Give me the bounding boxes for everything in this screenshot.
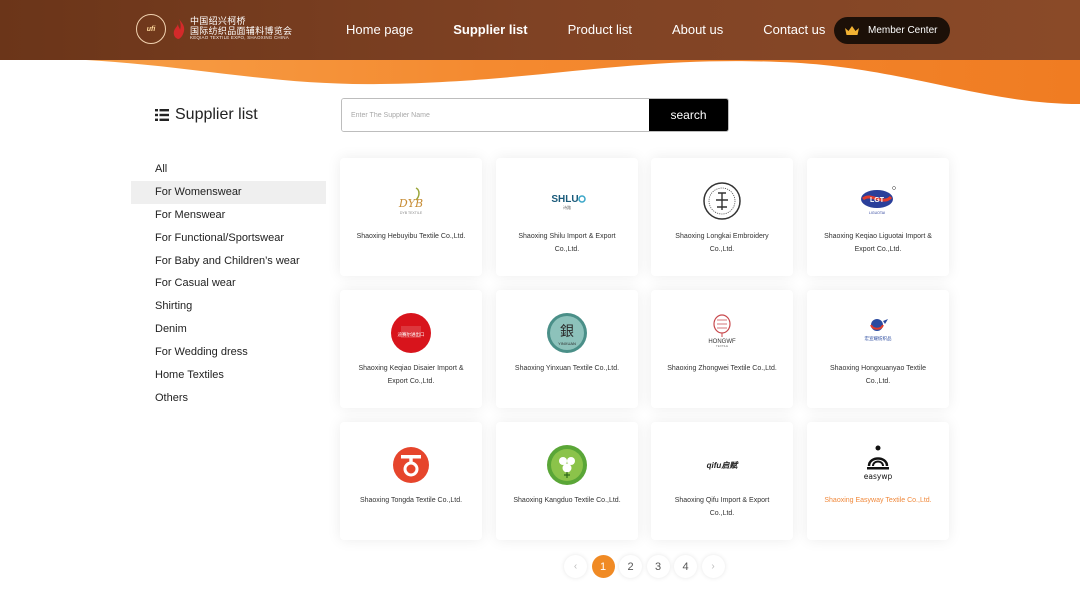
category-item[interactable]: For Functional/Sportswear [131, 227, 326, 250]
supplier-name: Shaoxing Zhongwei Textile Co.,Ltd. [667, 365, 777, 372]
list-icon [155, 109, 169, 121]
site-header: ufi 中国绍兴柯桥 国际纺织品面辅料博览会 KEQIAO TEXTILE EX… [0, 0, 1080, 112]
supplier-name: Shaoxing Keqiao Disaier Import & Export … [358, 365, 464, 385]
supplier-name: Shaoxing Yinxuan Textile Co.,Ltd. [514, 365, 620, 372]
svg-text:迪赛尔进出口: 迪赛尔进出口 [398, 331, 425, 338]
supplier-name: Shaoxing Longkai Embroidery Co.,Ltd. [675, 233, 769, 253]
supplier-card[interactable]: DYB DYB TEXTILE Shaoxing Hebuyibu Textile … [340, 158, 482, 276]
dyb-textile-logo-icon: DYB DYB TEXTILE [390, 180, 432, 222]
supplier-search-input[interactable] [342, 99, 649, 131]
supplier-card[interactable]: 宏宣耀纺织品 Shaoxing Hongxuanyao Textile Co.,L… [807, 290, 949, 408]
category-item[interactable]: Home Textiles [131, 364, 326, 387]
pagination-page-4[interactable]: 4 [674, 555, 697, 578]
supplier-name: Shaoxing Easyway Textile Co.,Ltd. [824, 497, 932, 504]
sidebar-title: Supplier list [155, 106, 258, 124]
svg-text:easywp: easywp [864, 472, 893, 481]
expo-logo[interactable]: ufi 中国绍兴柯桥 国际纺织品面辅料博览会 KEQIAO TEXTILE EX… [136, 14, 292, 44]
supplier-card[interactable]: 銀 YINXUAN Shaoxing Yinxuan Textile Co.,Ltd… [496, 290, 638, 408]
category-list: All For Womenswear For Menswear For Functio… [131, 158, 326, 410]
supplier-name: Shaoxing Keqiao Liguotai Import & Export… [824, 233, 932, 253]
svg-text:SHLU: SHLU [551, 194, 578, 205]
svg-text:銀: 銀 [560, 324, 574, 340]
svg-text:DYB TEXTILE: DYB TEXTILE [400, 211, 423, 215]
supplier-card[interactable]: easywp Shaoxing Easyway Textile Co.,Ltd. [807, 422, 949, 540]
pagination: ‹ 1 2 3 4 › [564, 555, 729, 578]
red-flame-icon [173, 19, 185, 39]
nav-item-home-page[interactable]: Home page [346, 20, 413, 40]
supplier-name: Shaoxing Shilu Import & Export Co.,Ltd. [518, 233, 616, 253]
supplier-name: Shaoxing Hongxuanyao Textile Co.,Ltd. [830, 365, 926, 385]
svg-text:TEXTILE: TEXTILE [716, 344, 728, 348]
svg-text:DYB: DYB [398, 197, 423, 210]
easyway-logo-icon: easywp [857, 444, 899, 486]
svg-text:qifu启赋: qifu启赋 [707, 461, 740, 470]
category-item[interactable]: Others [131, 387, 326, 410]
category-item[interactable]: For Casual wear [131, 272, 326, 295]
supplier-card[interactable]: Shaoxing Kangduo Textile Co.,Ltd. [496, 422, 638, 540]
crown-icon [845, 26, 859, 35]
shlu-logo-icon: SHLU 诗路 [546, 180, 588, 222]
search-button[interactable]: search [649, 99, 728, 131]
supplier-card[interactable]: Shaoxing Longkai Embroidery Co.,Ltd. [651, 158, 793, 276]
ufi-badge-icon: ufi [136, 14, 166, 44]
expo-name: 中国绍兴柯桥 国际纺织品面辅料博览会 KEQIAO TEXTILE EXPO, … [190, 15, 293, 41]
nav-item-product-list[interactable]: Product list [568, 20, 632, 40]
nav-item-supplier-list[interactable]: Supplier list [453, 20, 527, 40]
pagination-prev-icon[interactable]: ‹ [564, 555, 587, 578]
supplier-card[interactable]: qifu启赋 Shaoxing Qifu Import & Export Co.,… [651, 422, 793, 540]
supplier-name: Shaoxing Qifu Import & Export Co.,Ltd. [674, 497, 770, 517]
category-item[interactable]: All [131, 158, 326, 181]
supplier-card[interactable]: HONGWF TEXTILE Shaoxing Zhongwei Textile C… [651, 290, 793, 408]
longkai-seal-logo-icon [701, 180, 743, 222]
svg-text:宏宣耀纺织品: 宏宣耀纺织品 [865, 335, 892, 342]
svg-text:YINXUAN: YINXUAN [558, 341, 576, 346]
disaier-logo-icon: 迪赛尔进出口 [390, 312, 432, 354]
liguotai-logo-icon: LGT LIGUOTAI [857, 180, 899, 222]
category-item[interactable]: For Wedding dress [131, 341, 326, 364]
supplier-card[interactable]: SHLU 诗路 Shaoxing Shilu Import & Export Co.… [496, 158, 638, 276]
supplier-search: search [341, 98, 729, 132]
qifu-logo-icon: qifu启赋 [701, 444, 743, 486]
supplier-card[interactable]: 迪赛尔进出口 Shaoxing Keqiao Disaier Import & E… [340, 290, 482, 408]
pagination-page-1[interactable]: 1 [591, 555, 615, 578]
member-center-button[interactable]: Member Center [834, 17, 950, 44]
supplier-card[interactable]: LGT LIGUOTAI Shaoxing Keqiao Liguotai Impo… [807, 158, 949, 276]
svg-text:诗路: 诗路 [563, 204, 571, 210]
yinxuan-logo-icon: 銀 YINXUAN [546, 312, 588, 354]
hongwf-logo-icon: HONGWF TEXTILE [701, 312, 743, 354]
supplier-name: Shaoxing Tongda Textile Co.,Ltd. [359, 497, 463, 504]
svg-text:LGT: LGT [870, 197, 885, 204]
supplier-name: Shaoxing Hebuyibu Textile Co.,Ltd. [356, 233, 466, 240]
supplier-card[interactable]: Shaoxing Tongda Textile Co.,Ltd. [340, 422, 482, 540]
tongda-logo-icon [390, 444, 432, 486]
nav-item-contact-us[interactable]: Contact us [763, 20, 825, 40]
category-item[interactable]: For Womenswear [131, 180, 326, 204]
pagination-page-3[interactable]: 3 [646, 555, 670, 578]
svg-text:LIGUOTAI: LIGUOTAI [869, 211, 885, 215]
hongxuanyao-logo-icon: 宏宣耀纺织品 [857, 312, 899, 354]
category-item[interactable]: For Baby and Children’s wear [131, 250, 326, 273]
kangduo-logo-icon [546, 444, 588, 486]
nav-item-about-us[interactable]: About us [672, 20, 723, 40]
pagination-page-2[interactable]: 2 [619, 555, 642, 578]
category-item[interactable]: Denim [131, 318, 326, 341]
supplier-name: Shaoxing Kangduo Textile Co.,Ltd. [513, 497, 621, 504]
main-nav: Home page Supplier list Product list About … [346, 20, 865, 40]
category-item[interactable]: Shirting [131, 295, 326, 318]
category-item[interactable]: For Menswear [131, 204, 326, 227]
pagination-next-icon[interactable]: › [701, 555, 725, 578]
